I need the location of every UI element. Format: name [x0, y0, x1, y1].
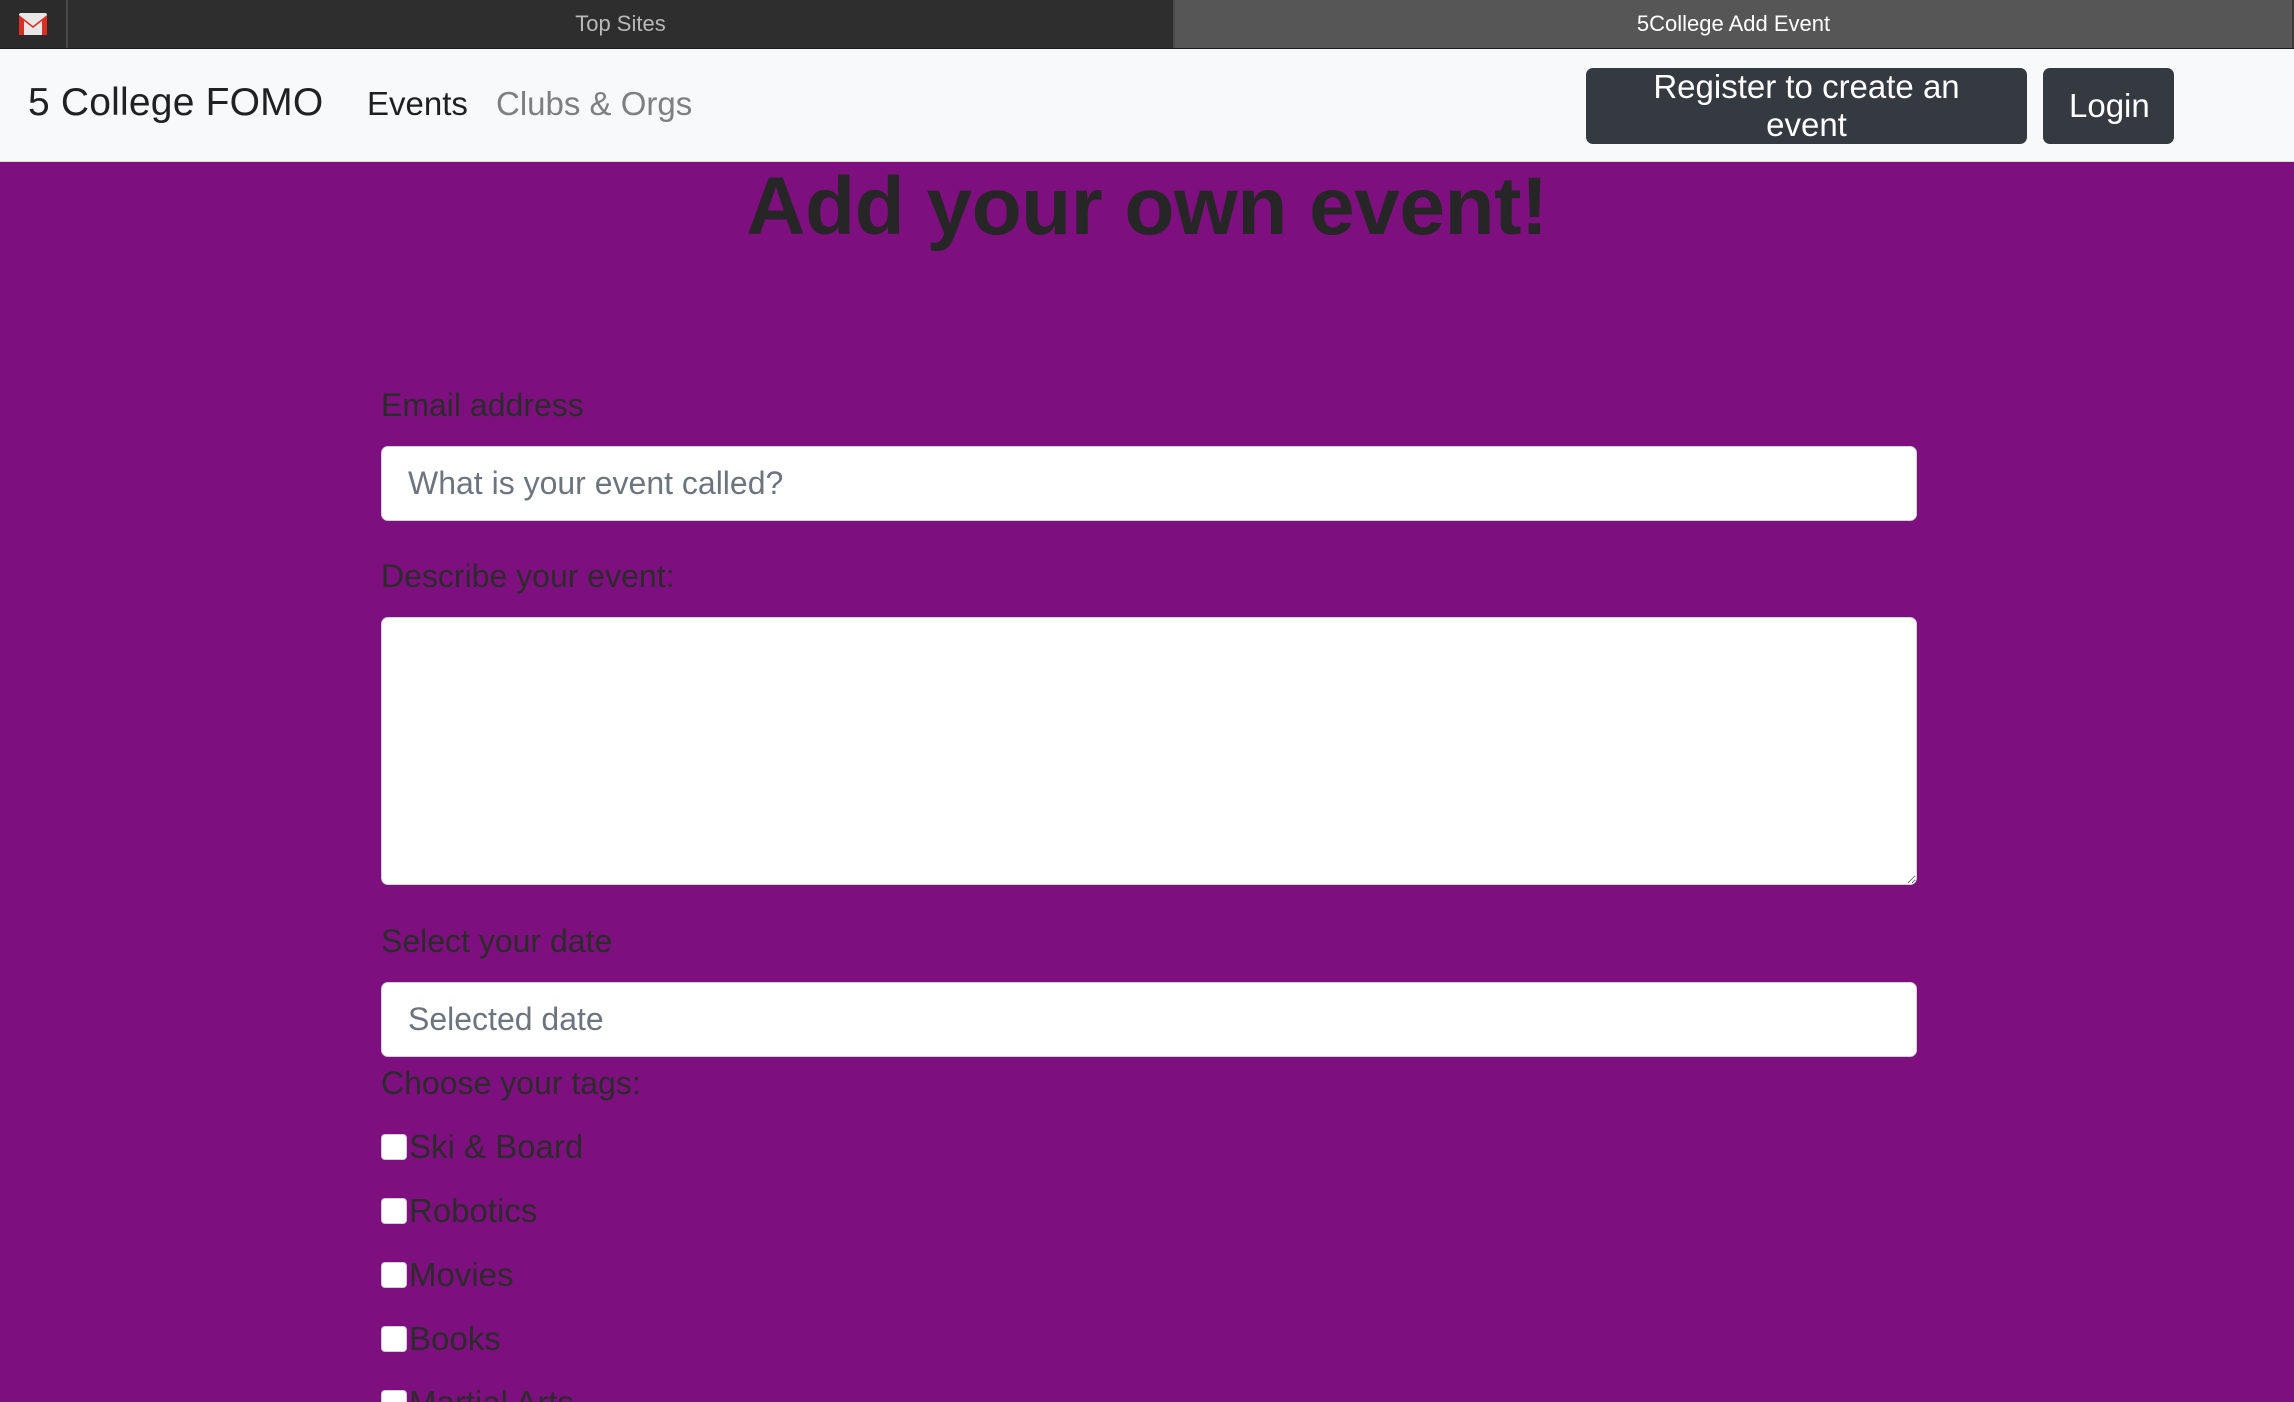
email-field[interactable]: [381, 446, 1917, 521]
tag-checkbox[interactable]: [381, 1262, 407, 1288]
navbar: 5 College FOMO Events Clubs & Orgs Regis…: [0, 49, 2294, 162]
browser-tab-strip: Top Sites 5College Add Event: [0, 0, 2294, 49]
nav-link-clubs-orgs[interactable]: Clubs & Orgs: [496, 85, 692, 123]
tag-checkbox[interactable]: [381, 1198, 407, 1224]
nav-link-events[interactable]: Events: [367, 85, 468, 123]
tag-option-movies[interactable]: Movies: [381, 1256, 514, 1294]
pinned-tab-gmail[interactable]: [0, 0, 68, 48]
description-label: Describe your event:: [381, 558, 675, 594]
tag-label: Martial Arts: [409, 1384, 574, 1402]
tag-option-books[interactable]: Books: [381, 1320, 501, 1358]
email-label: Email address: [381, 387, 584, 423]
tag-label: Books: [409, 1320, 501, 1357]
page-title: Add your own event!: [746, 161, 1548, 252]
login-button[interactable]: Login: [2043, 68, 2174, 144]
tag-label: Robotics: [409, 1192, 538, 1229]
tag-option-robotics[interactable]: Robotics: [381, 1192, 537, 1230]
description-textarea[interactable]: [381, 617, 1917, 885]
tab-label: Top Sites: [575, 11, 666, 36]
gmail-icon: [18, 13, 47, 35]
tag-checkbox[interactable]: [381, 1390, 407, 1402]
tags-label: Choose your tags:: [381, 1065, 641, 1101]
tag-checkbox[interactable]: [381, 1326, 407, 1352]
tag-option-martial-arts[interactable]: Martial Arts: [381, 1384, 574, 1402]
brand-link[interactable]: 5 College FOMO: [28, 81, 323, 125]
tag-option-ski-board[interactable]: Ski & Board: [381, 1128, 583, 1166]
date-field[interactable]: [381, 982, 1917, 1057]
date-label: Select your date: [381, 923, 613, 959]
tab-label: 5College Add Event: [1636, 11, 1831, 36]
tag-label: Movies: [409, 1256, 514, 1293]
tab-add-event[interactable]: 5College Add Event: [1174, 0, 2294, 48]
tag-checkbox[interactable]: [381, 1134, 407, 1160]
register-button[interactable]: Register to create an event: [1586, 68, 2027, 144]
tag-label: Ski & Board: [409, 1128, 584, 1165]
tab-top-sites[interactable]: Top Sites: [67, 0, 1175, 48]
